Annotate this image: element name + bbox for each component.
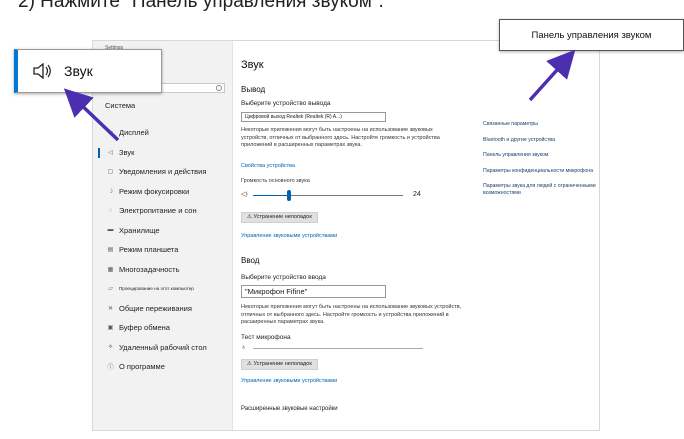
sound-callout: Звук [14,49,162,93]
sidebar-item[interactable]: ◌ Электропитание и сон [93,201,233,221]
instruction-text: 2) Нажмите "Панель управления звуком". [18,0,384,12]
input-troubleshoot-label: Устранение неполадок [253,361,312,367]
volume-slider[interactable] [253,190,403,201]
clipboard-icon: ▣ [107,325,114,332]
remote-icon: ⟡ [108,343,113,350]
sidebar-item[interactable]: ⓘ О программе [93,357,233,377]
volume-slider-thumb[interactable] [287,190,291,201]
sidebar-item[interactable]: ▱ Проецирование на этот компьютер [93,279,233,299]
sidebar-item[interactable]: ▤ Режим планшета [93,240,233,260]
notifications-icon: ▢ [107,169,114,176]
sidebar: Settings Система ▭ Дисплей ◁ Звук ▢ Уведомлен… [93,41,233,430]
related-link[interactable]: Параметры конфиденциальности микрофона [483,168,599,175]
settings-window: Settings Система ▭ Дисплей ◁ Звук ▢ Уведомлен… [92,40,600,431]
volume-label: Громкость основного звука [241,178,310,184]
speaker-icon: ◁· [241,191,249,198]
speaker-icon: ◁ [108,149,113,156]
device-properties-link[interactable]: Свойства устройства [241,163,295,169]
output-troubleshoot-label: Устранение неполадок [253,214,312,220]
microphone-icon: ♁ [241,344,247,351]
sidebar-item-label: Общие переживания [119,303,192,313]
tablet-icon: ▤ [107,247,114,254]
sound-panel-callout: Панель управления звуком [499,19,684,51]
sidebar-item-label: Режим планшета [119,245,179,255]
sidebar-item-label: Буфер обмена [119,323,170,333]
related-link[interactable]: Панель управления звуком [483,152,599,159]
volume-value: 24 [413,191,421,198]
sidebar-item[interactable]: ▬ Хранилище [93,221,233,241]
page-title: Звук [241,59,264,71]
sidebar-section-title: Система [105,101,136,110]
speaker-icon [33,63,51,79]
related-link[interactable]: Bluetooth и другие устройства [483,137,599,144]
sidebar-item-label: Режим фокусировки [119,186,190,196]
related-link[interactable]: Параметры звука для людей с ограниченным… [483,183,599,196]
output-manage-devices-link[interactable]: Управление звуковыми устройствами [241,233,337,239]
project-icon: ▱ [108,286,113,293]
related-settings: Связанные параметры Bluetooth и другие ус… [483,121,599,205]
input-note: Некоторые приложения могут быть настроен… [241,304,462,325]
output-heading: Вывод [241,85,266,94]
sound-callout-label: Звук [64,63,93,79]
input-manage-devices-link[interactable]: Управление звуковыми устройствами [241,378,337,384]
sidebar-item-label: Проецирование на этот компьютер [119,286,194,292]
sidebar-item[interactable]: ✕ Общие переживания [93,299,233,319]
sidebar-item-label: Многозадачность [119,264,180,274]
sidebar-item-label: Дисплей [119,128,149,138]
sidebar-item[interactable]: ◁ Звук [93,143,233,163]
sidebar-nav: ▭ Дисплей ◁ Звук ▢ Уведомления и действия ☽ Реж… [93,123,233,377]
volume-slider-fill [253,195,289,196]
display-icon: ▭ [107,130,114,137]
output-device-select[interactable]: Цифровой выход Realtek (Realtek (R) A...… [241,112,386,122]
sidebar-item-label: Хранилище [119,225,160,235]
storage-icon: ▬ [107,227,114,234]
mic-test-label: Тест микрофона [241,334,291,341]
input-device-select[interactable]: "Микрофон Fifine" [241,285,386,298]
sidebar-item-label: Удаленный рабочий стол [119,342,207,352]
search-icon [216,85,222,91]
mic-level-meter [253,348,423,349]
output-troubleshoot-button[interactable]: ⚠ Устранение неполадок [241,212,318,223]
sidebar-item[interactable]: ☽ Режим фокусировки [93,182,233,202]
sidebar-item-label: О программе [119,362,165,372]
sidebar-item[interactable]: ▣ Буфер обмена [93,318,233,338]
sidebar-item[interactable]: ▢ Уведомления и действия [93,162,233,182]
sidebar-item[interactable]: ⟡ Удаленный рабочий стол [93,338,233,358]
sidebar-item-label: Звук [119,147,135,157]
output-note: Некоторые приложения могут быть настроен… [241,127,440,148]
power-icon: ◌ [108,207,113,214]
sidebar-item[interactable]: ▭ Дисплей [93,123,233,143]
sidebar-item-label: Уведомления и действия [119,167,207,177]
input-troubleshoot-button[interactable]: ⚠ Устранение неполадок [241,359,318,370]
output-choose-label: Выберите устройство вывода [241,100,331,107]
multitask-icon: ▦ [107,266,114,273]
moon-icon: ☽ [107,188,114,195]
input-heading: Ввод [241,256,260,265]
shared-icon: ✕ [107,305,114,312]
related-settings-title: Связанные параметры [483,121,539,127]
sidebar-item-label: Электропитание и сон [119,206,197,216]
main-content: Звук Вывод Выберите устройство вывода Ци… [241,41,591,430]
advanced-sound-settings[interactable]: Расширенные звуковые настройки [241,406,338,412]
sidebar-item[interactable]: ▦ Многозадачность [93,260,233,280]
input-choose-label: Выберите устройство ввода [241,274,326,281]
info-icon: ⓘ [107,365,114,372]
